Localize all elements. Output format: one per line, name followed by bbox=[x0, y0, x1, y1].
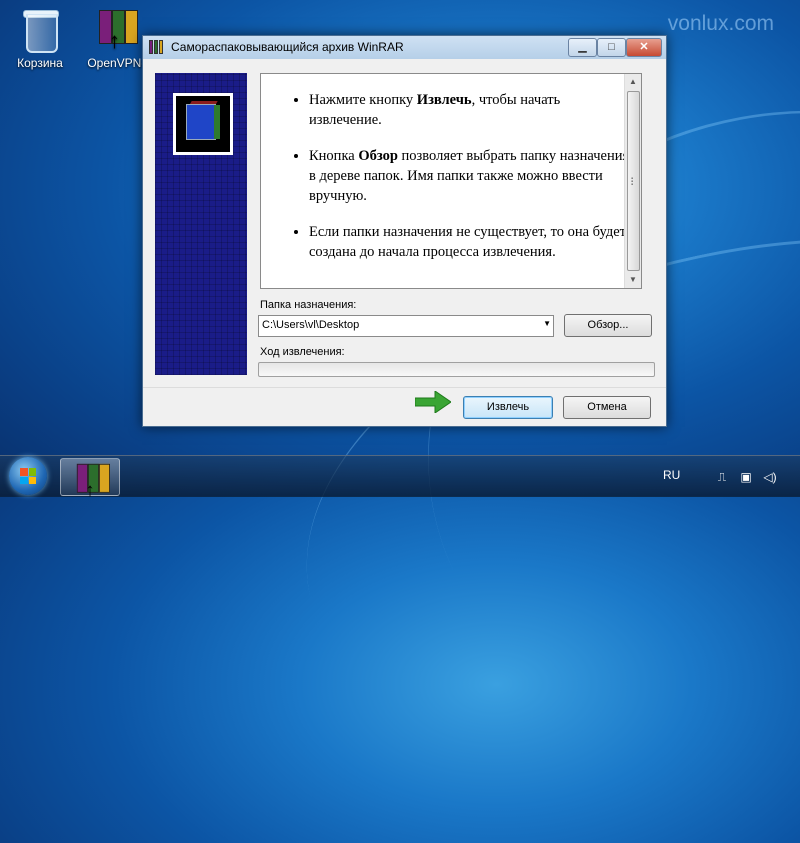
cancel-button[interactable]: Отмена bbox=[563, 396, 651, 419]
winrar-banner bbox=[155, 73, 247, 375]
watermark: vonlux.com bbox=[667, 12, 774, 35]
instruction-item: Нажмите кнопку Извлечь, чтобы начать изв… bbox=[309, 90, 631, 130]
destination-folder-value[interactable]: C:\Users\vl\Desktop bbox=[262, 319, 359, 331]
green-arrow-icon bbox=[415, 391, 451, 413]
taskbar-item-winrar[interactable]: ↑ bbox=[60, 458, 120, 500]
chevron-down-icon[interactable]: ▼ bbox=[543, 319, 551, 328]
instructions-list: Нажмите кнопку Извлечь, чтобы начать изв… bbox=[261, 74, 641, 262]
winrar-logo-icon bbox=[173, 93, 233, 155]
recycle-bin-icon bbox=[17, 6, 63, 54]
instructions-panel: Нажмите кнопку Извлечь, чтобы начать изв… bbox=[260, 73, 642, 289]
start-button[interactable] bbox=[2, 456, 56, 496]
usb-icon[interactable]: ⎍ bbox=[715, 470, 729, 484]
extract-button[interactable]: Извлечь bbox=[463, 396, 553, 419]
maximize-button[interactable]: □ bbox=[597, 38, 626, 57]
close-button[interactable]: ✕ bbox=[626, 38, 662, 57]
scroll-up-arrow-icon[interactable]: ▲ bbox=[625, 74, 641, 90]
network-icon[interactable]: ▣ bbox=[739, 470, 753, 484]
destination-folder-combobox[interactable]: C:\Users\vl\Desktop ▼ bbox=[258, 315, 554, 337]
winrar-sfx-dialog: Самораспаковывающийся архив WinRAR ▁ □ ✕… bbox=[142, 35, 667, 427]
window-title: Самораспаковывающийся архив WinRAR bbox=[171, 40, 404, 54]
language-indicator[interactable]: RU bbox=[663, 468, 680, 482]
browse-button[interactable]: Обзор... bbox=[564, 314, 652, 337]
minimize-button[interactable]: ▁ bbox=[568, 38, 597, 57]
windows-logo-icon bbox=[9, 457, 47, 495]
winrar-app-icon bbox=[149, 40, 163, 54]
desktop-icon-recycle-bin[interactable]: Корзина bbox=[2, 6, 78, 70]
extraction-progress-bar bbox=[258, 362, 655, 377]
volume-icon[interactable]: ◁) bbox=[763, 470, 777, 484]
taskbar: ↑ RU ⎍ ▣ ◁) bbox=[0, 455, 800, 500]
scroll-down-arrow-icon[interactable]: ▼ bbox=[625, 272, 641, 288]
destination-label: Папка назначения: bbox=[260, 299, 357, 311]
title-bar[interactable]: Самораспаковывающийся архив WinRAR ▁ □ ✕ bbox=[143, 36, 666, 59]
progress-label: Ход извлечения: bbox=[260, 346, 345, 358]
desktop-icon-label: Корзина bbox=[17, 56, 63, 70]
instruction-item: Кнопка Обзор позволяет выбрать папку наз… bbox=[309, 146, 631, 206]
scrollbar-thumb[interactable]: ▪ ▪ ▪ bbox=[627, 91, 640, 271]
vertical-scrollbar[interactable]: ▲ ▪ ▪ ▪ ▼ bbox=[624, 74, 641, 288]
winrar-archive-icon: ↑ bbox=[95, 6, 141, 54]
winrar-archive-icon: ↑ bbox=[76, 463, 110, 500]
instruction-item: Если папки назначения не существует, то … bbox=[309, 222, 631, 262]
